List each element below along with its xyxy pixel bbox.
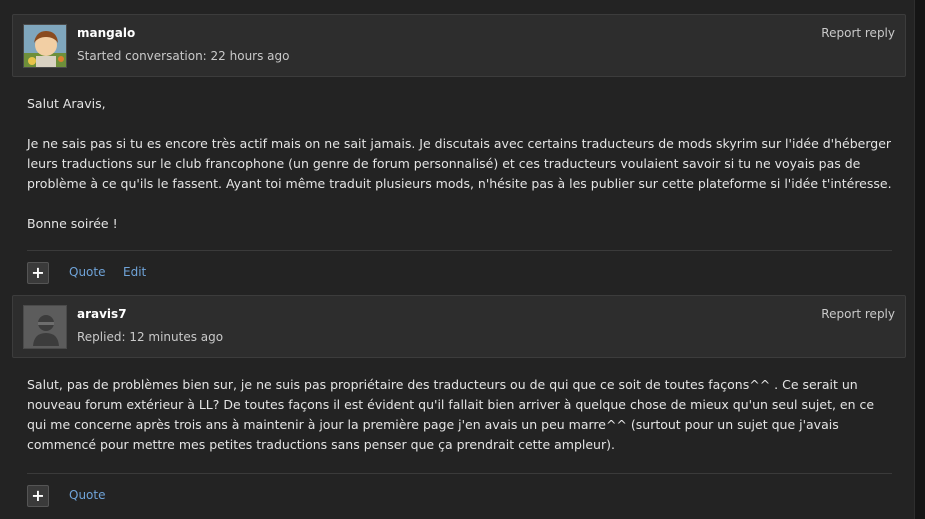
divider xyxy=(27,250,892,251)
report-reply-link[interactable]: Report reply xyxy=(821,307,895,321)
avatar[interactable] xyxy=(23,305,67,349)
post-meta: Started conversation: 22 hours ago xyxy=(77,49,290,63)
author-name[interactable]: aravis7 xyxy=(77,307,127,321)
post-header: aravis7 Replied: 12 minutes ago Report r… xyxy=(12,295,906,358)
conversation-panel: mangalo Started conversation: 22 hours a… xyxy=(0,0,915,519)
author-name[interactable]: mangalo xyxy=(77,26,135,40)
post-header: mangalo Started conversation: 22 hours a… xyxy=(12,14,906,77)
avatar-image xyxy=(24,25,66,67)
edit-link[interactable]: Edit xyxy=(123,265,146,279)
add-button[interactable]: + xyxy=(27,485,49,507)
post-body: Salut Aravis, Je ne sais pas si tu es en… xyxy=(27,94,892,234)
default-avatar-icon xyxy=(24,306,66,348)
post-meta: Replied: 12 minutes ago xyxy=(77,330,224,344)
divider xyxy=(27,473,892,474)
post-paragraph: Salut, pas de problèmes bien sur, je ne … xyxy=(27,377,875,452)
post-paragraph: Bonne soirée ! xyxy=(27,216,118,231)
report-reply-link[interactable]: Report reply xyxy=(821,26,895,40)
quote-link[interactable]: Quote xyxy=(69,265,105,279)
post-paragraph: Salut Aravis, xyxy=(27,96,106,111)
post-paragraph: Je ne sais pas si tu es encore très acti… xyxy=(27,136,892,191)
add-button[interactable]: + xyxy=(27,262,49,284)
avatar[interactable] xyxy=(23,24,67,68)
quote-link[interactable]: Quote xyxy=(69,488,105,502)
scrollbar[interactable] xyxy=(915,0,925,519)
post-body: Salut, pas de problèmes bien sur, je ne … xyxy=(27,375,892,455)
